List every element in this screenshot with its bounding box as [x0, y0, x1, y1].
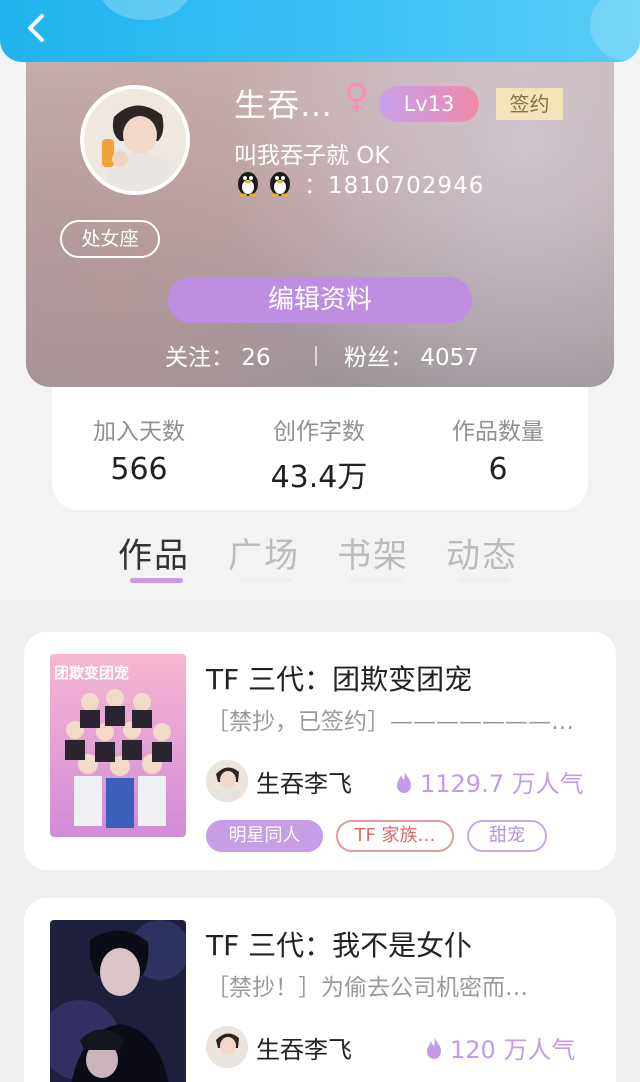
- stat-label: 加入天数: [93, 419, 185, 445]
- level-badge: Lv13: [379, 86, 479, 122]
- edit-profile-button[interactable]: 编辑资料: [168, 277, 472, 323]
- work-card[interactable]: TF 三代：我不是女仆 ［禁抄！］为偷去公司机密而… 生吞李飞 120 万人气: [24, 898, 616, 1082]
- tab-square[interactable]: 广场: [228, 528, 300, 577]
- cover-image: [50, 920, 186, 1082]
- genre-tag[interactable]: TF 家族…: [336, 820, 454, 852]
- stat-work-count: 作品数量 6: [428, 412, 568, 487]
- stat-label: 作品数量: [452, 419, 544, 445]
- tab-works[interactable]: 作品: [118, 528, 190, 577]
- author-name: 生吞李飞: [256, 1036, 352, 1064]
- popularity-value: 1129.7 万人气: [420, 770, 584, 798]
- qq-number: ：1810702946: [304, 173, 485, 199]
- author-name: 生吞李飞: [256, 770, 352, 798]
- qq-row: ：1810702946: [234, 168, 485, 199]
- work-title: TF 三代：我不是女仆: [206, 929, 473, 962]
- work-card[interactable]: 团欺变团宠 TF 三代：团欺变团宠 ［禁抄，已签约］———————… 生吞李飞 …: [24, 632, 616, 870]
- stat-join-days: 加入天数 566: [69, 412, 209, 487]
- popularity: 1129.7 万人气: [394, 764, 584, 799]
- avatar[interactable]: [80, 85, 190, 195]
- tab-underline: [349, 578, 402, 583]
- stats-card: 加入天数 566 创作字数 43.4万 作品数量 6: [52, 380, 588, 510]
- signed-badge: 签约: [496, 88, 563, 120]
- female-icon: ♀: [344, 77, 369, 117]
- tab-activity[interactable]: 动态: [446, 528, 518, 577]
- popularity: 120 万人气: [424, 1030, 575, 1065]
- chevron-left-icon: [28, 14, 44, 42]
- fans-count[interactable]: 粉丝： 4057: [344, 338, 479, 372]
- zodiac-tag: 处女座: [60, 220, 160, 258]
- tab-bookshelf[interactable]: 书架: [337, 528, 409, 577]
- author-avatar-photo: [206, 760, 248, 802]
- author-avatar: [206, 760, 248, 802]
- author-avatar: [206, 1026, 248, 1068]
- genre-tag[interactable]: 甜宠: [467, 820, 547, 852]
- back-button[interactable]: [18, 8, 58, 48]
- signature: 叫我吞子就 OK: [234, 143, 390, 169]
- popularity-value: 120 万人气: [450, 1036, 576, 1064]
- avatar-photo: [84, 89, 186, 191]
- qq-penguin-icon: [270, 172, 290, 197]
- work-description: ［禁抄！］为偷去公司机密而…: [206, 975, 528, 1001]
- work-description: ［禁抄，已签约］———————…: [206, 709, 574, 735]
- author-avatar-photo: [206, 1026, 248, 1068]
- divider: [315, 346, 317, 366]
- book-cover[interactable]: 团欺变团宠: [50, 654, 186, 837]
- profile-card: 生吞… ♀ Lv13 签约 叫我吞子就 OK ：1810702946 处女座 编…: [26, 40, 614, 387]
- work-title: TF 三代：团欺变团宠: [206, 663, 473, 696]
- works-list: 团欺变团宠 TF 三代：团欺变团宠 ［禁抄，已签约］———————… 生吞李飞 …: [0, 600, 640, 1082]
- decor-bubble: [590, 0, 640, 60]
- nickname: 生吞…: [234, 86, 334, 124]
- decor-bubble: [100, 0, 190, 20]
- qq-penguin-icon: [238, 172, 258, 197]
- top-bar: [0, 0, 640, 62]
- cover-title: 团欺变团宠: [54, 664, 130, 682]
- genre-tag[interactable]: 明星同人: [206, 820, 323, 852]
- stat-value: 566: [110, 452, 168, 487]
- following-count[interactable]: 关注： 26: [165, 338, 271, 372]
- tab-underline-active: [130, 578, 183, 583]
- tab-underline: [458, 578, 511, 583]
- stat-value: 43.4万: [270, 460, 368, 495]
- book-cover[interactable]: [50, 920, 186, 1082]
- stat-label: 创作字数: [273, 419, 365, 445]
- flame-icon: [427, 1036, 441, 1059]
- tab-underline: [240, 578, 293, 583]
- follow-row: 关注： 26 粉丝： 4057: [26, 338, 614, 372]
- stat-word-count: 创作字数 43.4万: [249, 412, 389, 496]
- tab-bar: 作品 广场 书架 动态: [0, 520, 640, 600]
- flame-icon: [397, 770, 411, 793]
- stat-value: 6: [488, 452, 508, 487]
